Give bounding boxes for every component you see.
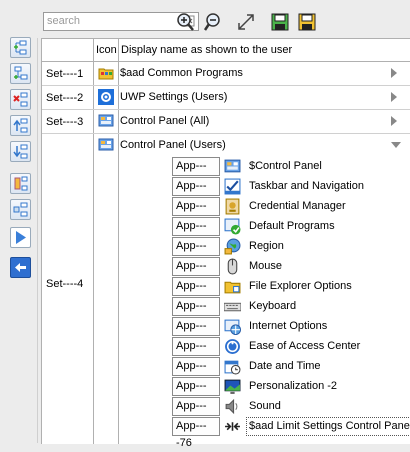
keyboard-icon: [223, 298, 242, 315]
add-child-icon[interactable]: [10, 63, 31, 84]
app-label: Ease of Access Center: [249, 340, 361, 352]
paste-icon[interactable]: [10, 199, 31, 220]
list-item[interactable]: App----35 Default Programs: [172, 217, 403, 249]
row-name: Control Panel (Users): [120, 139, 226, 151]
folder-icon: [94, 65, 118, 81]
taskbar-icon: [224, 178, 241, 195]
back-icon[interactable]: [10, 257, 31, 278]
search-placeholder: search: [47, 15, 81, 27]
list-item[interactable]: App----30 $Control Panel: [172, 157, 403, 189]
app-label: Taskbar and Navigation: [249, 180, 364, 192]
app-button[interactable]: App----34: [172, 197, 220, 229]
default-programs-icon: [224, 218, 241, 235]
grid-row[interactable]: Set----3 Control Panel (All): [42, 110, 410, 134]
app-button[interactable]: App----42: [172, 237, 220, 269]
delete-node-icon[interactable]: [10, 89, 31, 110]
control-panel-icon: [94, 113, 118, 129]
folder-options-icon: [224, 278, 241, 295]
grid-row[interactable]: Set----1 $aad Common Programs: [42, 62, 410, 86]
add-node-icon[interactable]: [10, 37, 31, 58]
set-cell: Set----3: [46, 115, 84, 128]
region-icon: [224, 238, 241, 255]
app-button[interactable]: App----46: [172, 297, 220, 329]
app-button[interactable]: App----72: [172, 397, 220, 429]
app-button[interactable]: App----76: [172, 417, 220, 449]
app-button[interactable]: App----69: [172, 357, 220, 389]
app-label: $aad Limit Settings Control Panel: [246, 417, 410, 436]
control-panel-icon: [224, 158, 241, 175]
move-up-icon[interactable]: [10, 115, 31, 136]
list-item[interactable]: App----46 Keyboard: [172, 297, 403, 329]
save-icon[interactable]: [269, 11, 291, 33]
grid-row[interactable]: Set----2 UWP Settings (Users): [42, 86, 410, 110]
date-time-icon: [224, 358, 241, 375]
app-button[interactable]: App----57: [172, 317, 220, 349]
move-down-icon[interactable]: [10, 141, 31, 162]
app-label: Mouse: [249, 260, 283, 272]
play-icon[interactable]: [10, 227, 31, 248]
list-item[interactable]: App----69 Date and Time: [172, 357, 403, 389]
app-label: $Control Panel: [249, 160, 322, 172]
list-item[interactable]: App----34 Credential Manager: [172, 197, 403, 229]
list-item[interactable]: App----57 Internet Options: [172, 317, 403, 349]
list-item[interactable]: App----44 Mouse: [172, 257, 403, 289]
app-label: Personalization -2: [249, 380, 338, 392]
expand-arrow-icon[interactable]: [391, 116, 397, 126]
app-label: Region: [249, 240, 284, 252]
top-toolbar: search: [37, 0, 410, 38]
limit-settings-icon: [224, 418, 241, 435]
zoom-in-icon[interactable]: [174, 11, 196, 33]
zoom-out-icon[interactable]: [202, 11, 224, 33]
mouse-icon: [224, 258, 241, 275]
list-item[interactable]: App----72 Sound: [172, 397, 403, 429]
row-name: $aad Common Programs: [120, 67, 243, 79]
app-label: Sound: [249, 400, 281, 412]
set-cell: Set----4: [46, 278, 84, 290]
app-button[interactable]: App----67: [172, 337, 220, 369]
copy-icon[interactable]: [10, 173, 31, 194]
app-label: File Explorer Options: [249, 280, 352, 292]
collapse-arrow-icon[interactable]: [391, 142, 401, 148]
app-label: Date and Time: [249, 360, 321, 372]
set-cell: Set----2: [46, 91, 84, 104]
settings-grid: Icon Display name as shown to the user S…: [41, 38, 410, 449]
list-item[interactable]: App----33 Taskbar and Navigation: [172, 177, 403, 209]
control-panel-icon: [94, 137, 118, 153]
app-label: Keyboard: [249, 300, 297, 312]
gear-icon: [94, 89, 118, 105]
column-header-icon[interactable]: Icon: [96, 39, 118, 61]
list-item[interactable]: App----45 File Explorer Options: [172, 277, 403, 309]
app-button[interactable]: App----30: [172, 157, 220, 189]
app-button[interactable]: App----33: [172, 177, 220, 209]
app-label: Default Programs: [249, 220, 335, 232]
list-item[interactable]: App----42 Region: [172, 237, 403, 269]
sound-icon: [224, 398, 241, 415]
app-label: Internet Options: [249, 320, 328, 332]
ease-of-access-icon: [224, 338, 241, 355]
column-header-set[interactable]: [46, 39, 92, 61]
row-name: Control Panel (All): [120, 115, 210, 127]
app-button[interactable]: App----45: [172, 277, 220, 309]
grid-header: Icon Display name as shown to the user: [42, 39, 410, 62]
app-label: Credential Manager: [249, 200, 346, 212]
list-item[interactable]: App----67 Ease of Access Center: [172, 337, 403, 369]
expand-icon[interactable]: [235, 11, 257, 33]
app-button[interactable]: App----35: [172, 217, 220, 249]
credential-icon: [224, 198, 241, 215]
internet-options-icon: [224, 318, 241, 335]
list-item[interactable]: App----76 $aad Limit Settings Control Pa…: [172, 417, 410, 449]
set-cell: Set----1: [46, 67, 84, 80]
app-button[interactable]: App----44: [172, 257, 220, 289]
personalization-icon: [224, 378, 241, 395]
row-name: UWP Settings (Users): [120, 91, 228, 103]
expand-arrow-icon[interactable]: [391, 92, 397, 102]
column-header-name[interactable]: Display name as shown to the user: [121, 39, 406, 61]
save-as-icon[interactable]: [296, 11, 318, 33]
left-toolbar: [0, 0, 38, 443]
expand-arrow-icon[interactable]: [391, 68, 397, 78]
list-item[interactable]: App----71 Personalization -2: [172, 377, 403, 409]
app-button[interactable]: App----71: [172, 377, 220, 409]
